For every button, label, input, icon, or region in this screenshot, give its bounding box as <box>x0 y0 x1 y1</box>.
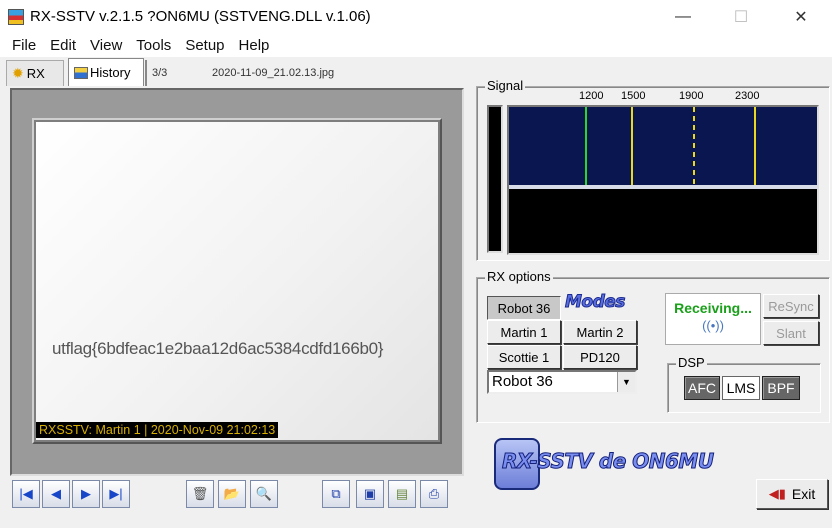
sun-icon: ✹ <box>12 65 24 81</box>
tab-history[interactable]: History <box>68 58 144 86</box>
save-button[interactable]: ▣ <box>356 480 384 508</box>
resync-button[interactable]: ReSync <box>763 294 819 318</box>
signal-divider <box>509 185 817 189</box>
folder-icon: 📂 <box>223 486 241 501</box>
dsp-label: DSP <box>676 355 707 370</box>
freq-label-1200: 1200 <box>579 90 604 102</box>
zoom-icon: 🔍 <box>255 486 273 501</box>
zoom-button[interactable]: 🔍 <box>250 480 278 508</box>
freq-line-2300 <box>754 107 756 185</box>
lms-toggle[interactable]: LMS <box>722 376 760 400</box>
chevron-down-icon[interactable]: ▼ <box>617 372 635 392</box>
tab-rx[interactable]: ✹ RX <box>6 60 64 86</box>
mode-scottie1-button[interactable]: Scottie 1 <box>487 345 561 369</box>
received-image: utflag{6bdfeac1e2baa12d6ac5384cdfd166b0}… <box>36 122 438 440</box>
signal-label: Signal <box>485 78 526 93</box>
freq-label-1900: 1900 <box>679 90 704 102</box>
menu-view[interactable]: View <box>88 37 124 54</box>
tab-history-label: History <box>90 65 131 80</box>
menu-bar: File Edit View Tools Setup Help <box>0 33 832 57</box>
afc-toggle[interactable]: AFC <box>684 376 720 400</box>
save-as-button[interactable]: ▤ <box>388 480 416 508</box>
image-frame: utflag{6bdfeac1e2baa12d6ac5384cdfd166b0}… <box>32 118 442 444</box>
slant-button[interactable]: Slant <box>763 321 819 345</box>
window-title: RX-SSTV v.2.1.5 ?ON6MU (SSTVENG.DLL v.1.… <box>30 8 371 25</box>
close-button[interactable]: ✕ <box>778 0 824 33</box>
copy-button[interactable]: ⧉ <box>322 480 350 508</box>
signal-display <box>507 105 819 255</box>
modes-logo: Modes <box>565 292 626 313</box>
logo-text: RX-SSTV de ON6MU <box>502 449 715 474</box>
rx-options-label: RX options <box>485 269 553 284</box>
next-icon: ▶ <box>81 486 91 501</box>
freq-label-2300: 2300 <box>735 90 760 102</box>
history-filename: 2020-11-09_21.02.13.jpg <box>212 67 335 79</box>
mode-robot36-button[interactable]: Robot 36 <box>487 296 561 320</box>
receiving-text: Receiving... <box>674 300 752 316</box>
exit-button[interactable]: ◀▮ Exit <box>756 479 828 509</box>
tab-divider <box>145 60 147 86</box>
signal-level-meter <box>487 105 503 253</box>
freq-line-1500 <box>631 107 633 185</box>
app-logo: RX-SSTV de ON6MU <box>494 436 744 492</box>
image-panel: utflag{6bdfeac1e2baa12d6ac5384cdfd166b0}… <box>10 88 464 476</box>
last-button[interactable]: ▶| <box>102 480 130 508</box>
menu-setup[interactable]: Setup <box>183 37 226 54</box>
minimize-button[interactable]: — <box>660 0 706 33</box>
trash-icon: 🗑 <box>191 486 209 501</box>
mode-select-value: Robot 36 <box>492 373 553 390</box>
exit-icon: ◀▮ <box>768 486 786 501</box>
spectrum-view <box>509 107 817 185</box>
image-flag-text: utflag{6bdfeac1e2baa12d6ac5384cdfd166b0} <box>52 339 384 358</box>
mode-pd120-button[interactable]: PD120 <box>563 345 637 369</box>
tab-rx-label: RX <box>26 66 45 81</box>
freq-line-1900 <box>693 107 695 185</box>
signal-group: Signal 1200 1500 1900 2300 <box>476 78 830 261</box>
first-button[interactable]: |◀ <box>12 480 40 508</box>
history-count: 3/3 <box>152 67 168 79</box>
prev-icon: ◀ <box>51 486 61 501</box>
mode-martin1-button[interactable]: Martin 1 <box>487 320 561 344</box>
receiving-status: Receiving... ((•)) <box>665 293 761 345</box>
mode-martin2-button[interactable]: Martin 2 <box>563 320 637 344</box>
prev-button[interactable]: ◀ <box>42 480 70 508</box>
next-button[interactable]: ▶ <box>72 480 100 508</box>
maximize-button[interactable]: ☐ <box>718 0 764 33</box>
bpf-toggle[interactable]: BPF <box>762 376 800 400</box>
menu-tools[interactable]: Tools <box>134 37 173 54</box>
open-button[interactable]: 📂 <box>218 480 246 508</box>
menu-help[interactable]: Help <box>237 37 272 54</box>
first-icon: |◀ <box>19 486 33 501</box>
tab-bar: ✹ RX History 3/3 2020-11-09_21.02.13.jpg <box>0 58 470 86</box>
rx-options-group: RX options Robot 36 Modes Martin 1 Marti… <box>476 269 830 423</box>
save-icon: ▣ <box>363 486 377 501</box>
wireless-icon: ((•)) <box>702 318 724 333</box>
freq-label-1500: 1500 <box>621 90 646 102</box>
image-caption: RXSSTV: Martin 1 | 2020-Nov-09 21:02:13 <box>36 422 279 438</box>
print-icon: ⎙ <box>428 486 440 501</box>
freq-line-1200 <box>585 107 587 185</box>
exit-label: Exit <box>791 486 816 502</box>
delete-button[interactable]: 🗑 <box>186 480 214 508</box>
history-icon <box>74 66 88 79</box>
copy-icon: ⧉ <box>331 486 341 501</box>
dsp-group: DSP AFC LMS BPF <box>667 355 821 413</box>
last-icon: ▶| <box>109 486 123 501</box>
save-as-icon: ▤ <box>395 486 409 501</box>
menu-file[interactable]: File <box>10 37 38 54</box>
print-button[interactable]: ⎙ <box>420 480 448 508</box>
title-bar: RX-SSTV v.2.1.5 ?ON6MU (SSTVENG.DLL v.1.… <box>0 0 832 33</box>
app-icon <box>8 8 24 25</box>
mode-select[interactable]: Robot 36 ▼ <box>487 370 637 394</box>
menu-edit[interactable]: Edit <box>48 37 78 54</box>
